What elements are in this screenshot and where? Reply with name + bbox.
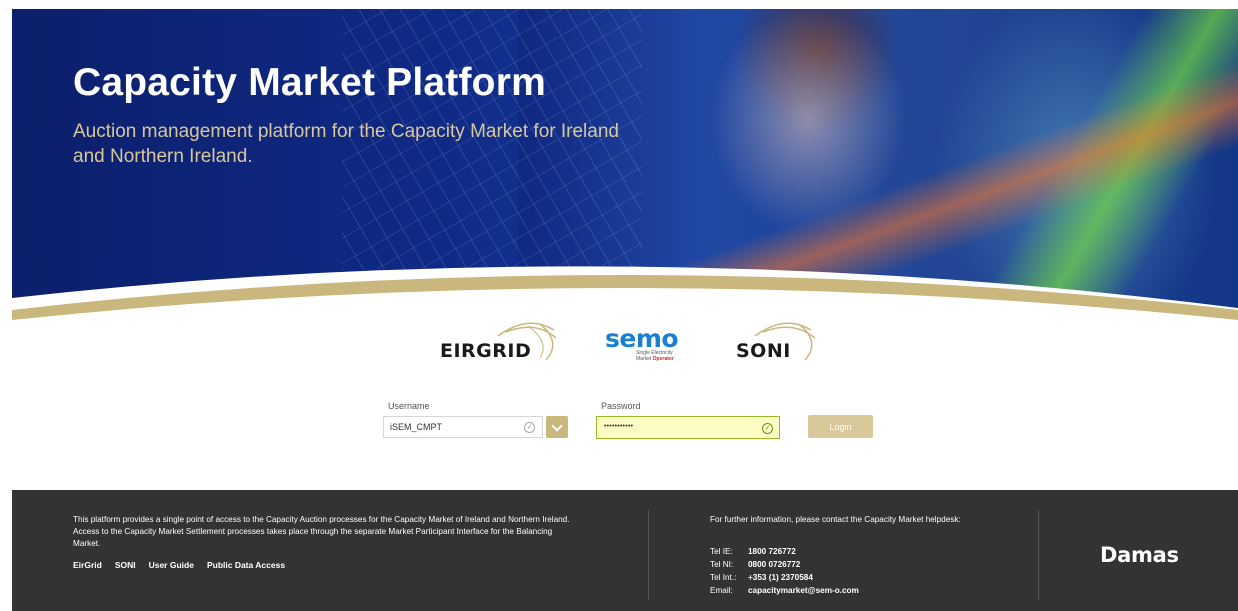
contact-row: Tel IE: 1800 726772 (710, 545, 859, 558)
username-field[interactable]: iSEM_CMPT ✓ (383, 416, 543, 438)
footer-divider (648, 510, 649, 600)
footer: This platform provides a single point of… (12, 490, 1238, 611)
semo-sub-line2: Market (636, 356, 653, 362)
semo-logo-subtitle: Single Electricity Market Operator (636, 350, 674, 362)
footer-description: This platform provides a single point of… (73, 515, 570, 548)
password-field[interactable]: ••••••••••• ✓ (596, 416, 780, 439)
semo-logo-text: semo (605, 324, 679, 353)
contact-value: +353 (1) 2370584 (748, 573, 813, 582)
username-value: iSEM_CMPT (390, 422, 443, 432)
contact-key: Tel NI: (710, 560, 734, 569)
contact-email-value[interactable]: capacitymarket@sem-o.com (748, 584, 859, 597)
username-dropdown-button[interactable] (546, 416, 568, 438)
footer-link-eirgrid[interactable]: EirGrid (73, 560, 102, 570)
semo-logo-word: semo (605, 324, 679, 353)
hero-curve (12, 266, 1238, 330)
page-subtitle: Auction management platform for the Capa… (73, 121, 619, 167)
page-title: Capacity Market Platform (73, 61, 546, 104)
contact-key: Tel Int.: (710, 573, 737, 582)
footer-link-user-guide[interactable]: User Guide (149, 560, 194, 570)
password-label: Password (601, 401, 641, 411)
eirgrid-logo-text: EIRGRID (440, 340, 532, 362)
footer-link-soni[interactable]: SONI (115, 560, 136, 570)
contact-key: Email: (710, 586, 733, 595)
contact-intro: For further information, please contact … (710, 515, 961, 524)
password-value: ••••••••••• (604, 423, 634, 430)
damas-logo: Damas (1100, 543, 1179, 567)
contact-row: Tel Int.: +353 (1) 2370584 (710, 571, 859, 584)
footer-links: EirGrid SONI User Guide Public Data Acce… (73, 560, 285, 570)
contact-key: Tel IE: (710, 547, 733, 556)
contact-row: Email: capacitymarket@sem-o.com (710, 584, 859, 597)
soni-logo: SONI (733, 320, 819, 364)
contact-value: 0800 0726772 (748, 560, 801, 569)
contact-value: 1800 726772 (748, 547, 796, 556)
footer-divider (1038, 510, 1039, 600)
contact-list: Tel IE: 1800 726772 Tel NI: 0800 0726772… (710, 545, 859, 597)
semo-sub-operator: Operator (652, 356, 674, 362)
login-button[interactable]: Login (808, 415, 873, 438)
contact-row: Tel NI: 0800 0726772 (710, 558, 859, 571)
check-circle-icon: ✓ (762, 423, 773, 434)
soni-logo-text: SONI (736, 340, 791, 362)
username-label: Username (388, 401, 430, 411)
semo-logo: semo Single Electricity Market Operator (603, 324, 693, 366)
check-circle-icon: ✓ (524, 422, 535, 433)
footer-link-public-data-access[interactable]: Public Data Access (207, 560, 285, 570)
eirgrid-logo: EIRGRID (436, 320, 560, 364)
